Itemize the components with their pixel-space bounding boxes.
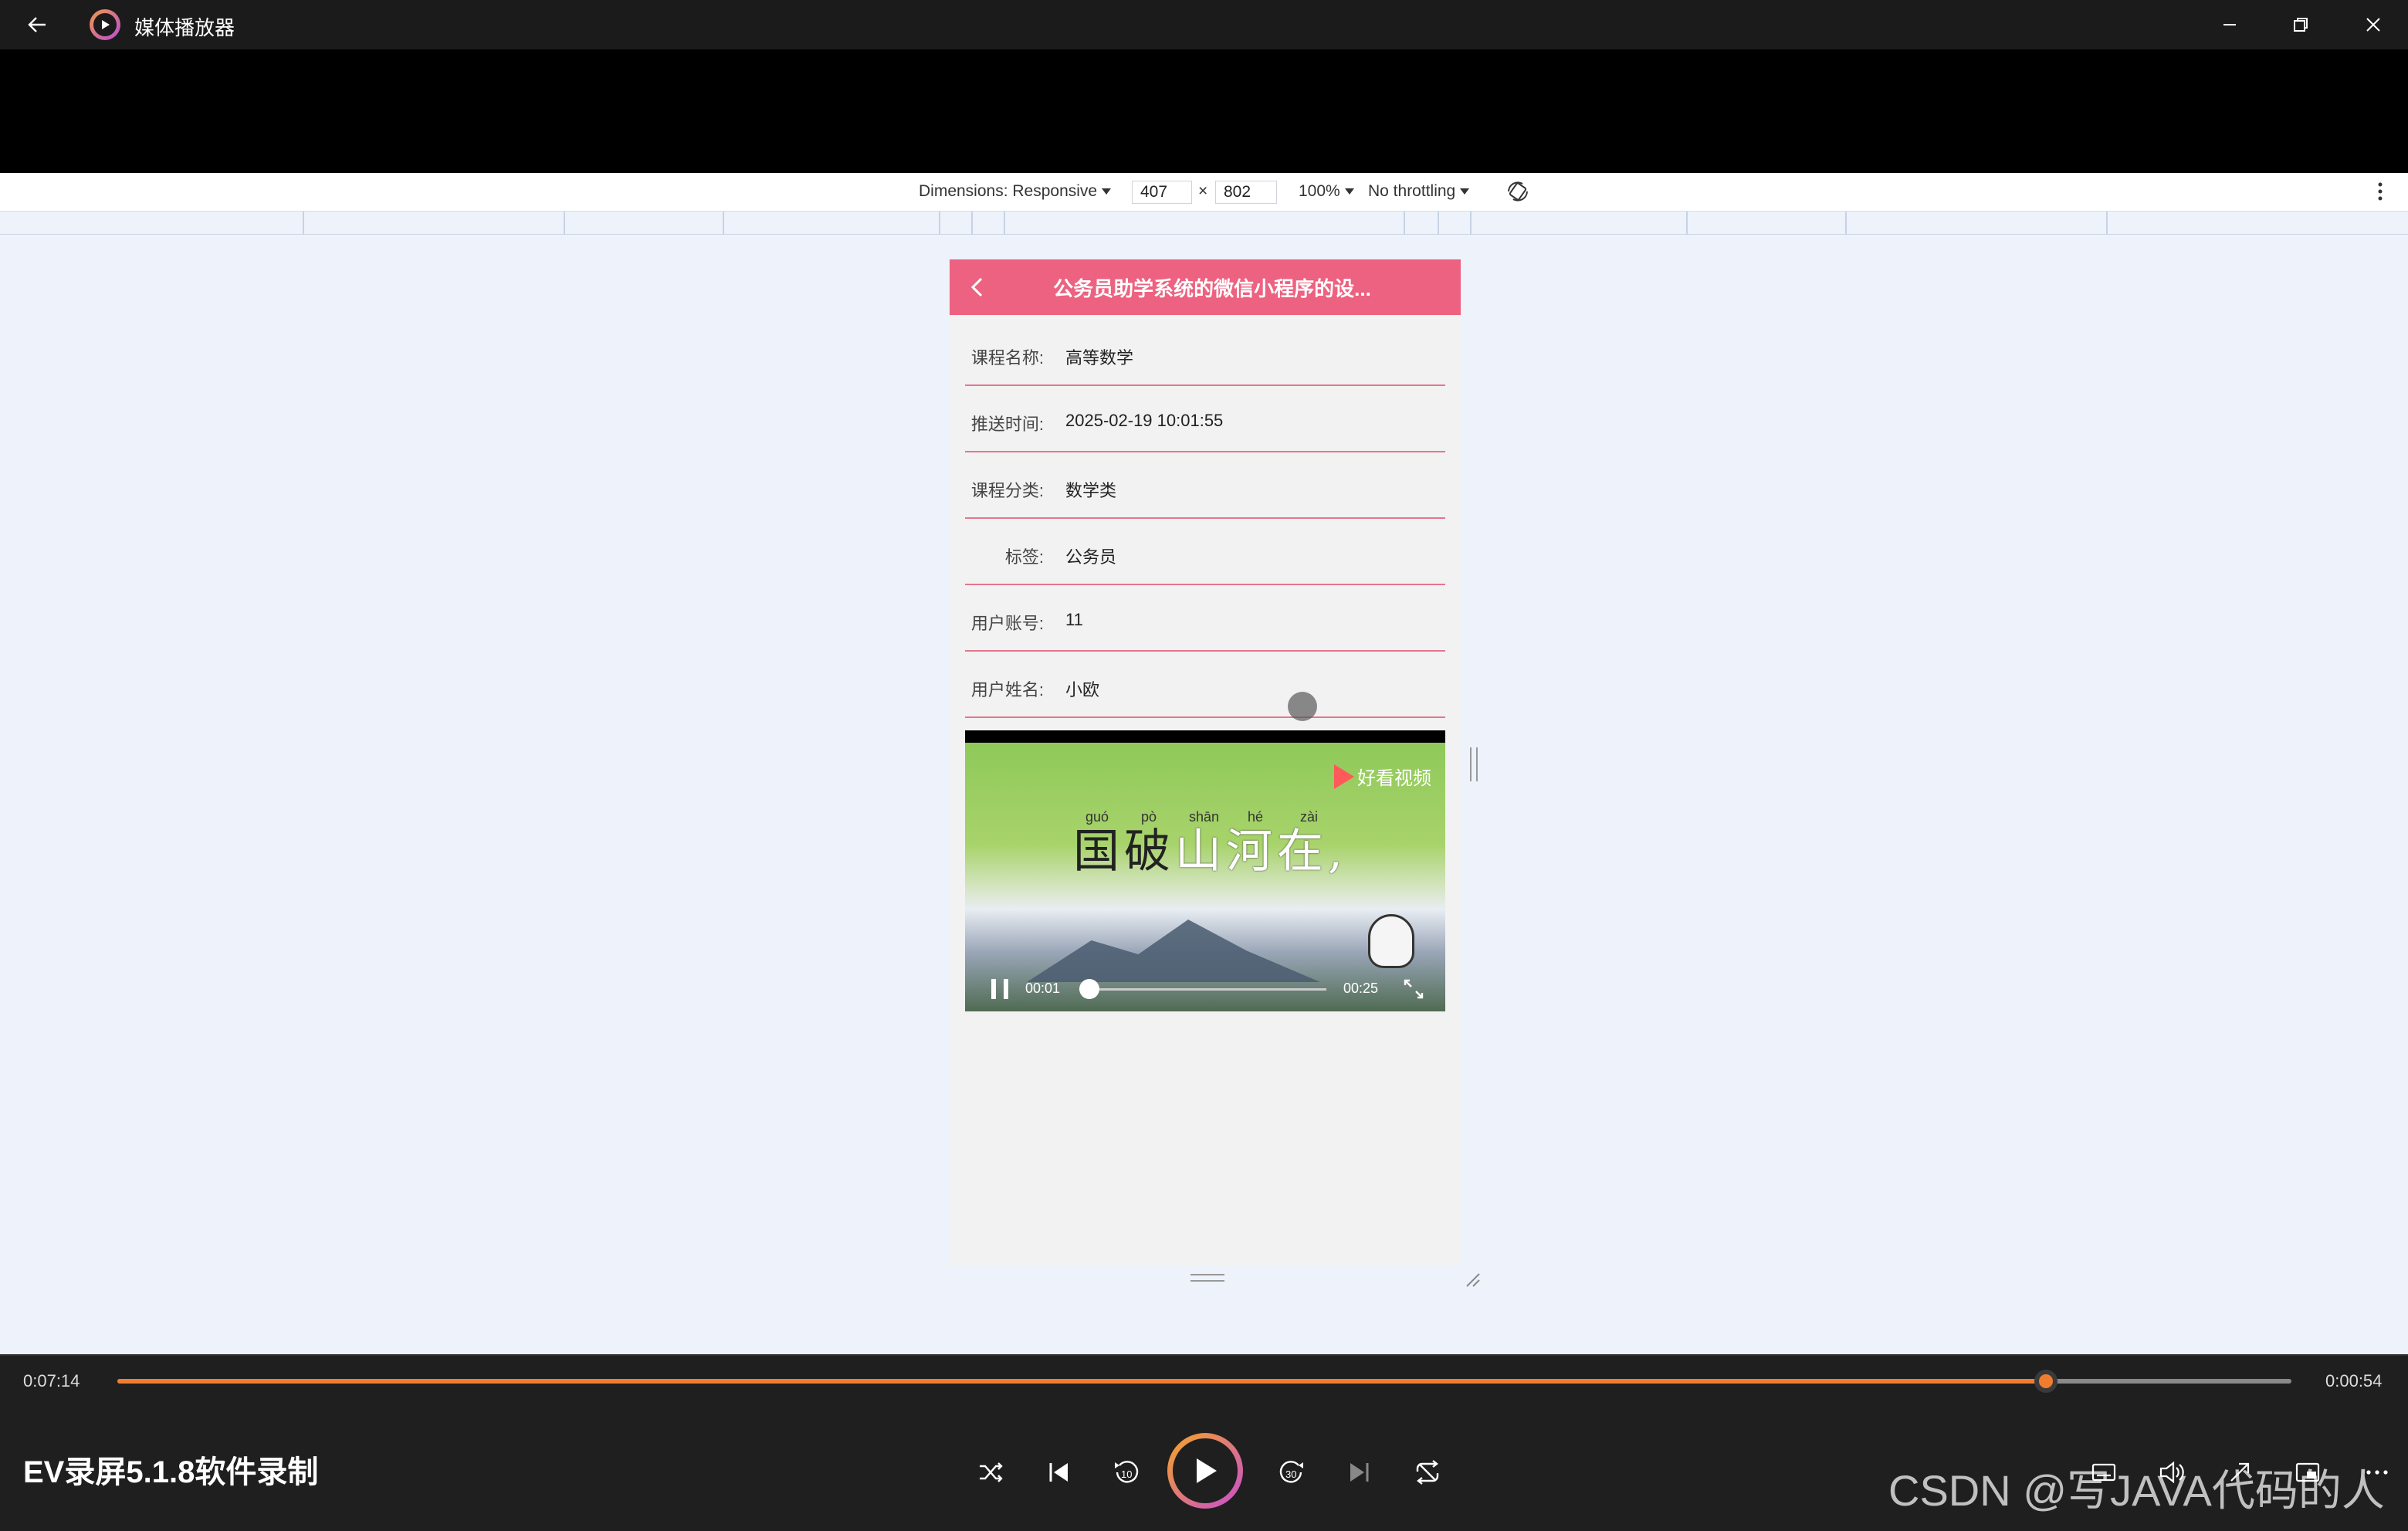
forward-30-icon[interactable]: 30 [1272, 1453, 1311, 1492]
dimensions-dropdown[interactable]: Dimensions: Responsive [919, 182, 1112, 201]
more-options-icon[interactable] [2376, 181, 2384, 202]
seek-bar[interactable] [117, 1370, 2291, 1393]
page-header: 公务员助学系统的微信小程序的设... [950, 259, 1461, 315]
media-query-ruler[interactable] [0, 212, 2408, 235]
elapsed-time: 0:07:14 [23, 1371, 80, 1390]
play-button[interactable] [1167, 1433, 1243, 1509]
field-label: 用户姓名: [970, 680, 1044, 699]
field-value: 11 [1065, 610, 1083, 629]
fullscreen-icon[interactable] [1402, 977, 1425, 1001]
shuffle-icon[interactable] [971, 1453, 1010, 1492]
poem-line: 国破山河在, [1073, 814, 1347, 881]
back-arrow-icon[interactable] [964, 273, 991, 301]
field-push-time: 推送时间: 2025-02-19 10:01:55 [965, 386, 1445, 452]
dimension-separator: × [1198, 182, 1208, 200]
media-player-controls: 0:07:14 0:00:54 EV录屏5.1.8软件录制 10 30 CSDN… [0, 1354, 2408, 1531]
remaining-time: 0:00:54 [2325, 1371, 2383, 1390]
dimensions-label: Dimensions: Responsive [919, 182, 1098, 200]
device-toolbar: Dimensions: Responsive 407 × 802 100% No… [0, 173, 2408, 212]
previous-track-icon[interactable] [1039, 1453, 1078, 1492]
height-input[interactable]: 802 [1215, 181, 1277, 204]
close-button[interactable] [2342, 6, 2404, 43]
video-current-time: 00:01 [1025, 981, 1061, 996]
field-course-name: 课程名称: 高等数学 [965, 320, 1445, 386]
poem-first-chars: 国破 [1073, 825, 1175, 879]
chevron-down-icon [1344, 188, 1354, 195]
media-title: EV录屏5.1.8软件录制 [23, 1455, 319, 1489]
chevron-down-icon [1102, 188, 1112, 195]
throttling-label: No throttling [1368, 182, 1456, 200]
next-track-icon[interactable] [1340, 1453, 1379, 1492]
seek-knob[interactable] [2034, 1370, 2057, 1393]
field-value: 小欧 [1065, 680, 1100, 699]
video-progress-knob[interactable] [1079, 979, 1099, 999]
video-watermark-logo: 好看视频 [1334, 763, 1431, 790]
field-course-category: 课程分类: 数学类 [965, 452, 1445, 519]
field-label: 课程分类: [970, 481, 1044, 500]
svg-text:30: 30 [1285, 1468, 1296, 1480]
cow-mascot [1368, 914, 1414, 968]
field-value: 2025-02-19 10:01:55 [1065, 411, 1224, 430]
page-title: 公务员助学系统的微信小程序的设... [1053, 277, 1371, 300]
resize-corner-icon[interactable] [1464, 1271, 1481, 1288]
touch-cursor-indicator [1288, 692, 1317, 721]
zoom-dropdown[interactable]: 100% [1299, 182, 1354, 201]
field-value: 数学类 [1065, 481, 1117, 500]
media-player-logo-icon [90, 9, 120, 40]
video-duration: 00:25 [1343, 981, 1379, 996]
field-value: 高等数学 [1065, 348, 1134, 368]
field-user-account: 用户账号: 11 [965, 585, 1445, 652]
video-player[interactable]: 好看视频 guó pò shān hé zài 国破山河在, 00:01 00:… [965, 730, 1445, 1011]
field-tag: 标签: 公务员 [965, 519, 1445, 585]
play-triangle-icon [1334, 764, 1354, 789]
resize-handle-bottom[interactable] [1190, 1274, 1224, 1282]
field-label: 标签: [1004, 547, 1044, 567]
restore-button[interactable] [2270, 6, 2332, 43]
zoom-label: 100% [1299, 182, 1340, 200]
field-label: 课程名称: [970, 348, 1044, 368]
field-value: 公务员 [1065, 547, 1117, 567]
rotate-icon[interactable] [1505, 179, 1530, 204]
pause-icon[interactable] [991, 979, 1008, 999]
field-user-name: 用户姓名: 小欧 [965, 652, 1445, 718]
video-logo-text: 好看视频 [1357, 768, 1431, 789]
poem-rest-chars: 山河在, [1175, 825, 1348, 879]
chevron-down-icon [1460, 188, 1470, 195]
field-label: 用户账号: [970, 614, 1044, 633]
resize-handle-right[interactable] [1470, 747, 1478, 781]
title-bar: 媒体播放器 [0, 0, 2408, 49]
svg-text:10: 10 [1121, 1468, 1132, 1480]
back-icon[interactable] [23, 11, 51, 39]
field-label: 推送时间: [970, 415, 1044, 434]
seek-bar-fill [117, 1379, 2046, 1384]
phone-viewport: 公务员助学系统的微信小程序的设... 课程名称: 高等数学 推送时间: 2025… [950, 259, 1461, 1266]
rewind-10-icon[interactable]: 10 [1107, 1453, 1146, 1492]
csdn-watermark: CSDN @写JAVA代码的人 [1888, 1466, 2385, 1515]
video-controls: 00:01 00:25 [965, 970, 1445, 1008]
minimize-button[interactable] [2199, 6, 2261, 43]
app-title: 媒体播放器 [134, 16, 235, 39]
repeat-icon[interactable] [1408, 1453, 1447, 1492]
width-input[interactable]: 407 [1132, 181, 1192, 204]
throttling-dropdown[interactable]: No throttling [1368, 182, 1470, 201]
video-progress-bar[interactable] [1079, 988, 1326, 991]
